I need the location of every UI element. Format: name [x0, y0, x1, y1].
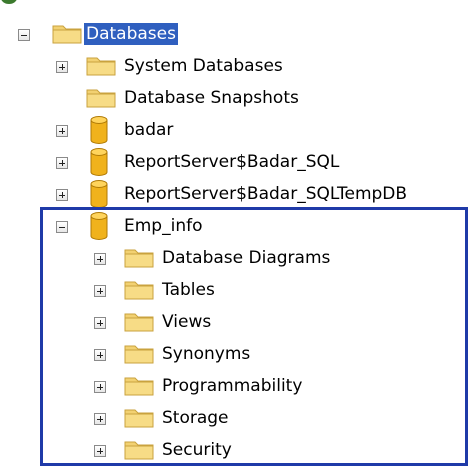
- database-icon: [90, 116, 108, 144]
- tree-node-label: Views: [162, 312, 212, 332]
- tree-node-tables[interactable]: Tables: [0, 274, 473, 306]
- tree-node-database-diagrams[interactable]: Database Diagrams: [0, 242, 473, 274]
- folder-icon: [124, 313, 154, 332]
- tree-node-label: Database Diagrams: [162, 248, 331, 268]
- minus-expander-icon[interactable]: [56, 221, 68, 233]
- tree-node-reportserver[interactable]: ReportServer$Badar_SQL: [0, 146, 473, 178]
- tree-node-label: System Databases: [124, 56, 283, 76]
- plus-expander-icon[interactable]: [94, 253, 106, 265]
- tree-node-emp-info[interactable]: Emp_info: [0, 210, 473, 242]
- tree-node-label: Synonyms: [162, 344, 251, 364]
- plus-expander-icon[interactable]: [94, 285, 106, 297]
- folder-icon: [86, 89, 116, 108]
- tree-node-label: ReportServer$Badar_SQL: [124, 152, 340, 172]
- plus-expander-icon[interactable]: [94, 381, 106, 393]
- database-icon: [90, 148, 108, 176]
- plus-expander-icon[interactable]: [94, 317, 106, 329]
- folder-icon: [124, 249, 154, 268]
- database-icon: [90, 212, 108, 240]
- folder-icon: [124, 281, 154, 300]
- plus-expander-icon[interactable]: [56, 61, 68, 73]
- plus-expander-icon[interactable]: [94, 349, 106, 361]
- folder-icon: [52, 25, 82, 44]
- tree-node-badar[interactable]: badar: [0, 114, 473, 146]
- plus-expander-icon[interactable]: [56, 157, 68, 169]
- tree-node-views[interactable]: Views: [0, 306, 473, 338]
- tree-node-label: Programmability: [162, 376, 303, 396]
- plus-expander-icon[interactable]: [56, 125, 68, 137]
- tree-node-label: ReportServer$Badar_SQLTempDB: [124, 184, 408, 204]
- folder-icon: [124, 377, 154, 396]
- tree-node-security[interactable]: Security: [0, 434, 473, 466]
- tree-node-reportserver-tempdb[interactable]: ReportServer$Badar_SQLTempDB: [0, 178, 473, 210]
- server-icon: [1, 0, 17, 4]
- plus-expander-icon[interactable]: [94, 413, 106, 425]
- tree-node-system-databases[interactable]: System Databases: [0, 50, 473, 82]
- folder-icon: [124, 409, 154, 428]
- tree-node-synonyms[interactable]: Synonyms: [0, 338, 473, 370]
- folder-icon: [124, 441, 154, 460]
- tree-node-label: Tables: [162, 280, 215, 300]
- tree-node-label: badar: [124, 120, 174, 140]
- tree-node-label: Security: [162, 440, 232, 460]
- tree-node-label: Database Snapshots: [124, 88, 299, 108]
- folder-icon: [124, 345, 154, 364]
- plus-expander-icon[interactable]: [94, 445, 106, 457]
- tree-node-label: Emp_info: [124, 216, 203, 236]
- minus-expander-icon[interactable]: [18, 29, 30, 41]
- tree-node-database-snapshots[interactable]: Database Snapshots: [0, 82, 473, 114]
- tree-node-storage[interactable]: Storage: [0, 402, 473, 434]
- plus-expander-icon[interactable]: [56, 189, 68, 201]
- database-icon: [90, 180, 108, 208]
- folder-icon: [86, 57, 116, 76]
- tree-node-databases[interactable]: Databases: [0, 18, 473, 50]
- tree-node-label: Databases: [84, 23, 178, 45]
- tree-node-programmability[interactable]: Programmability: [0, 370, 473, 402]
- tree-node-label: Storage: [162, 408, 229, 428]
